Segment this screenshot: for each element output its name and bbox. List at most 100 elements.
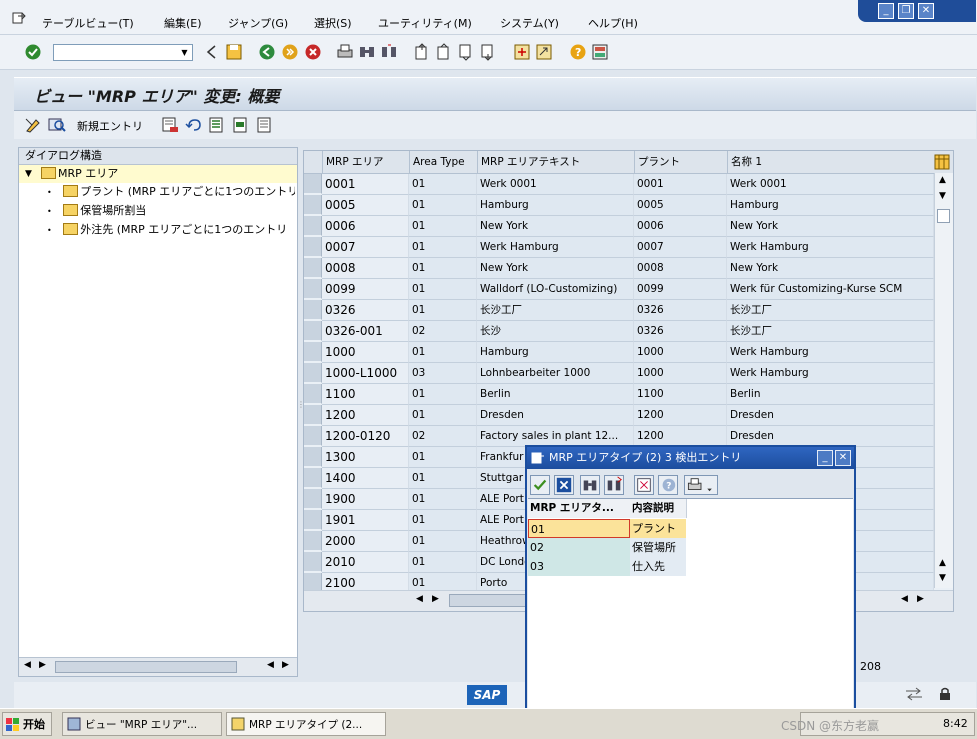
row-selector[interactable] <box>304 426 322 446</box>
find-icon[interactable] <box>358 43 376 61</box>
cell-area-type[interactable]: 01 <box>409 300 477 321</box>
exit-icon[interactable] <box>281 43 299 61</box>
row-selector[interactable] <box>304 174 322 194</box>
table-vertical-scrollbar[interactable]: ▲ ▼ ▲ ▼ <box>934 173 953 588</box>
cell-name1[interactable]: Werk Hamburg <box>727 363 934 384</box>
table-row[interactable]: 1000-L1000 03 Lohnbearbeiter 1000 1000 Werk … <box>304 363 934 384</box>
cell-mrp-area[interactable]: 0326 <box>322 300 409 321</box>
find-icon[interactable] <box>580 475 600 495</box>
row-selector[interactable] <box>304 552 322 572</box>
tree-item-subcontractor[interactable]: • 外注先 (MRP エリアごとに1つのエントリ <box>47 221 295 239</box>
cell-name1[interactable]: 长沙工厂 <box>727 321 934 342</box>
column-header-description[interactable]: 内容説明 <box>630 499 687 518</box>
column-header-area-type-code[interactable]: MRP エリアタ... <box>528 499 632 518</box>
cell-area-type[interactable]: 01 <box>409 237 477 258</box>
cell-area-text[interactable]: New York <box>477 258 634 279</box>
scroll-up-icon[interactable]: ▲ <box>939 175 946 185</box>
column-header-name1[interactable]: 名称 1 <box>727 151 935 173</box>
cell-plant[interactable]: 1100 <box>634 384 727 405</box>
find-next-icon[interactable] <box>604 475 624 495</box>
find-next-icon[interactable] <box>380 43 398 61</box>
cell-name1[interactable]: 长沙工厂 <box>727 300 934 321</box>
command-field[interactable]: ▼ <box>53 44 193 61</box>
cell-area-type[interactable]: 01 <box>409 195 477 216</box>
scroll-right-icon[interactable]: ▶ <box>282 660 289 670</box>
cell-area-type[interactable]: 01 <box>409 258 477 279</box>
copy-as-icon[interactable] <box>161 116 179 134</box>
cell-area-type[interactable]: 01 <box>409 552 477 573</box>
column-header-plant[interactable]: プラント <box>634 151 728 173</box>
scroll-right-icon[interactable]: ▶ <box>917 594 924 604</box>
cell-area-text[interactable]: Werk Hamburg <box>477 237 634 258</box>
menu-system[interactable]: システム(Y) <box>500 15 559 31</box>
cell-area-type[interactable]: 01 <box>409 405 477 426</box>
column-settings-icon[interactable] <box>934 154 950 170</box>
cell-name1[interactable]: Dresden <box>727 405 934 426</box>
find-entry-icon[interactable] <box>48 116 66 134</box>
cell-area-type[interactable]: 02 <box>409 321 477 342</box>
value-list-code[interactable]: 02 <box>528 538 630 557</box>
cell-name1[interactable]: Werk für Customizing-Kurse SCM <box>727 279 934 300</box>
row-selector[interactable] <box>304 468 322 488</box>
cell-area-text[interactable]: Dresden <box>477 405 634 426</box>
row-selector[interactable] <box>304 531 322 551</box>
panel-splitter[interactable]: ⋮ <box>297 400 305 420</box>
status-transfer-icon[interactable] <box>904 687 924 701</box>
cell-area-type[interactable]: 03 <box>409 363 477 384</box>
scroll-down-icon[interactable]: ▼ <box>939 573 946 583</box>
row-selector[interactable] <box>304 300 322 320</box>
row-selector[interactable] <box>304 216 322 236</box>
display-change-icon[interactable] <box>24 116 42 134</box>
cell-area-type[interactable]: 01 <box>409 279 477 300</box>
cell-area-text[interactable]: Walldorf (LO-Customizing) <box>477 279 634 300</box>
cancel-x-icon[interactable] <box>554 475 574 495</box>
enter-check-icon[interactable] <box>24 43 42 61</box>
menu-goto[interactable]: ジャンプ(G) <box>228 15 288 31</box>
cell-area-text[interactable]: 长沙工厂 <box>477 300 634 321</box>
cell-mrp-area[interactable]: 0006 <box>322 216 409 237</box>
menu-help[interactable]: ヘルプ(H) <box>588 15 638 31</box>
cell-name1[interactable]: Werk Hamburg <box>727 342 934 363</box>
minimize-icon[interactable]: _ <box>878 3 894 19</box>
restore-icon[interactable]: ❐ <box>898 3 914 19</box>
print-icon[interactable] <box>336 43 354 61</box>
cell-area-text[interactable]: New York <box>477 216 634 237</box>
save-icon[interactable] <box>225 43 243 61</box>
cell-mrp-area[interactable]: 1900 <box>322 489 409 510</box>
menu-utilities[interactable]: ユーティリティ(M) <box>378 15 472 31</box>
cell-plant[interactable]: 0008 <box>634 258 727 279</box>
deselect-all-icon[interactable] <box>256 116 274 134</box>
select-block-icon[interactable] <box>232 116 250 134</box>
cell-plant[interactable]: 0099 <box>634 279 727 300</box>
cell-name1[interactable]: Berlin <box>727 384 934 405</box>
tree-item-mrp-area[interactable]: ▼ MRP エリア <box>19 165 297 183</box>
dialog-minimize-icon[interactable]: _ <box>817 450 833 466</box>
cancel-icon[interactable] <box>304 43 322 61</box>
first-page-icon[interactable] <box>413 43 431 61</box>
row-selector[interactable] <box>304 258 322 278</box>
table-row[interactable]: 0006 01 New York 0006 New York <box>304 216 934 237</box>
value-list-description[interactable]: 保管場所 <box>630 538 686 557</box>
table-row[interactable]: 1000 01 Hamburg 1000 Werk Hamburg <box>304 342 934 363</box>
last-page-icon[interactable] <box>479 43 497 61</box>
cell-mrp-area[interactable]: 1100 <box>322 384 409 405</box>
cell-area-type[interactable]: 01 <box>409 174 477 195</box>
scroll-left-icon[interactable]: ◀ <box>267 660 274 670</box>
scroll-left-icon[interactable]: ◀ <box>24 660 31 670</box>
table-row[interactable]: 1200 01 Dresden 1200 Dresden <box>304 405 934 426</box>
scroll-left-icon[interactable]: ◀ <box>416 594 423 604</box>
cell-mrp-area[interactable]: 0007 <box>322 237 409 258</box>
close-icon[interactable]: ✕ <box>918 3 934 19</box>
menu-edit[interactable]: 編集(E) <box>164 15 202 31</box>
cell-area-text[interactable]: 长沙 <box>477 321 634 342</box>
row-selector[interactable] <box>304 489 322 509</box>
cell-name1[interactable]: New York <box>727 216 934 237</box>
menu-table-view[interactable]: テーブルビュー(T) <box>42 15 134 31</box>
cell-area-type[interactable]: 01 <box>409 510 477 531</box>
table-row[interactable]: 1100 01 Berlin 1100 Berlin <box>304 384 934 405</box>
task-view-window[interactable]: ビュー "MRP エリア"... <box>62 712 222 736</box>
cell-area-text[interactable]: Lohnbearbeiter 1000 <box>477 363 634 384</box>
cell-plant[interactable]: 1000 <box>634 342 727 363</box>
cell-mrp-area[interactable]: 1200-0120 <box>322 426 409 447</box>
cell-area-type[interactable]: 01 <box>409 531 477 552</box>
